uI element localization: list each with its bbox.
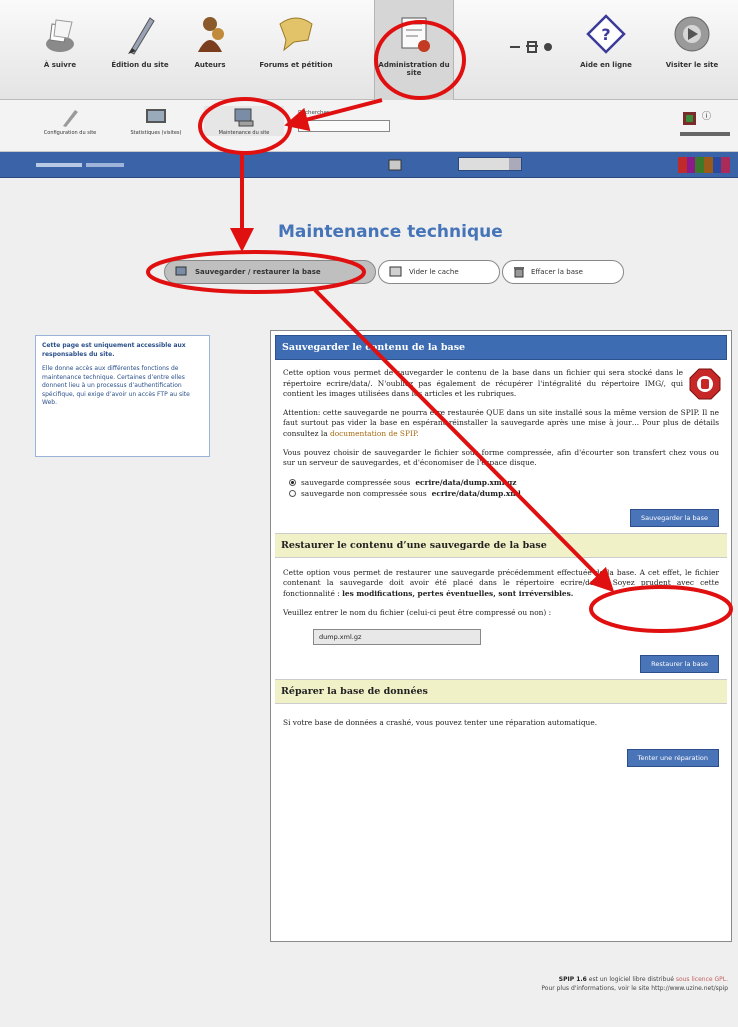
config-icon bbox=[63, 110, 78, 127]
toolbar-item-administration[interactable]: Administration du site bbox=[374, 0, 454, 100]
stop-hand-icon bbox=[689, 368, 721, 400]
cache-icon bbox=[389, 266, 402, 277]
color-palette[interactable] bbox=[678, 157, 731, 173]
help-icon: ? bbox=[586, 14, 626, 54]
chevron-down-icon bbox=[509, 158, 521, 170]
radio-button[interactable] bbox=[289, 489, 296, 497]
toolbar-label: Auteurs bbox=[194, 61, 226, 69]
restore-heading: Restaurer le contenu d’une sauvegarde de… bbox=[275, 532, 727, 558]
backup-warning: Attention: cette sauvegarde ne pourra êt… bbox=[283, 407, 719, 438]
interface-icon[interactable] bbox=[682, 110, 698, 128]
footer-line-1: SPIP 1.6 est un logiciel libre distribué… bbox=[558, 976, 728, 983]
backup-heading: Sauvegarder le contenu de la base bbox=[275, 335, 727, 360]
toolbar-label: Visiter le site bbox=[665, 61, 719, 69]
backup-button-row: Sauvegarder la base bbox=[275, 499, 727, 533]
spip-doc-link[interactable]: documentation de SPIP. bbox=[330, 429, 419, 438]
toolbar-item-auteurs[interactable]: Auteurs bbox=[170, 12, 250, 69]
subtool-label: Maintenance du site bbox=[218, 130, 270, 136]
note-body: Elle donne accès aux différentes fonctio… bbox=[42, 365, 190, 406]
tab-label: Vider le cache bbox=[409, 268, 459, 276]
toolbar-label: Aide en ligne bbox=[580, 61, 632, 69]
restore-filename-field[interactable]: dump.xml.gz bbox=[313, 629, 481, 646]
toolbar-label: À suivre bbox=[43, 61, 77, 69]
restore-description: Cette option vous permet de restaurer un… bbox=[283, 567, 719, 598]
authors-icon bbox=[198, 17, 224, 52]
radio-button[interactable] bbox=[289, 478, 296, 486]
repair-heading: Réparer la base de données bbox=[275, 679, 727, 705]
backup-button[interactable]: Sauvegarder la base bbox=[630, 508, 719, 527]
tab-sauvegarder[interactable]: Sauvegarder / restaurer la base bbox=[164, 260, 376, 284]
breadcrumb-text-1 bbox=[36, 163, 82, 167]
toolbar-item-forums[interactable]: Forums et pétition bbox=[256, 12, 336, 69]
navigation-bar bbox=[0, 152, 738, 178]
language-select[interactable] bbox=[458, 157, 522, 171]
tab-label: Sauvegarder / restaurer la base bbox=[195, 268, 321, 276]
backup-description: Cette option vous permet de sauvegarder … bbox=[283, 368, 683, 399]
database-icon bbox=[175, 266, 187, 276]
svg-text:?: ? bbox=[601, 25, 610, 44]
trash-icon bbox=[514, 267, 524, 278]
toolbar-label: Administration du site bbox=[378, 61, 450, 77]
pen-icon bbox=[128, 17, 155, 55]
note-heading: Cette page est uniquement accessible aux… bbox=[42, 342, 186, 358]
backup-compression-info: Vous pouvez choisir de sauvegarder le fi… bbox=[283, 447, 719, 468]
maintenance-icon bbox=[234, 108, 254, 127]
subtool-statistiques[interactable]: Statistiques (visites) bbox=[116, 106, 196, 136]
language-icon[interactable] bbox=[508, 40, 558, 54]
repair-description: Si votre base de données a crashé, vous … bbox=[283, 718, 598, 728]
restore-field-row: dump.xml.gz bbox=[275, 622, 727, 646]
footer-line-2: Pour plus d'informations, voir le site h… bbox=[541, 985, 728, 992]
subtool-label: Configuration du site bbox=[43, 130, 97, 136]
main-toolbar: À suivre Édition du site Auteurs Forums … bbox=[0, 0, 738, 100]
search-label: Rechercher : bbox=[298, 110, 333, 116]
licence-link[interactable]: sous licence GPL. bbox=[676, 976, 728, 983]
restore-prompt: Veuillez entrer le nom du fichier (celui… bbox=[283, 607, 552, 617]
toolbar-item-edition[interactable]: Édition du site bbox=[100, 12, 180, 69]
breadcrumb-text-2 bbox=[86, 163, 124, 167]
radio-uncompressed[interactable]: sauvegarde non compressée sous ecrire/da… bbox=[275, 488, 727, 499]
tab-effacer-base[interactable]: Effacer la base bbox=[502, 260, 624, 284]
toolbar-item-aide[interactable]: ? Aide en ligne bbox=[566, 12, 646, 69]
maintenance-panel: Sauvegarder le contenu de la base Cette … bbox=[270, 330, 732, 942]
visit-icon bbox=[674, 16, 710, 52]
subtool-label: Statistiques (visites) bbox=[130, 130, 182, 136]
subtool-configuration[interactable]: Configuration du site bbox=[30, 106, 110, 136]
subtool-maintenance[interactable]: Maintenance du site bbox=[204, 106, 284, 136]
maintenance-tabs: Sauvegarder / restaurer la base Vider le… bbox=[152, 256, 630, 288]
admin-icon bbox=[401, 17, 430, 52]
calendar-icon[interactable] bbox=[388, 158, 402, 172]
stats-icon bbox=[146, 109, 166, 123]
info-note: Cette page est uniquement accessible aux… bbox=[35, 335, 210, 457]
toolbar-item-a-suivre[interactable]: À suivre bbox=[20, 12, 100, 69]
toolbar-label: Forums et pétition bbox=[259, 61, 333, 69]
toolbar-label: Édition du site bbox=[111, 61, 169, 69]
repair-button-row: Tenter une réparation bbox=[275, 733, 727, 773]
interface-label-bar bbox=[680, 132, 730, 136]
repair-button[interactable]: Tenter une réparation bbox=[626, 748, 719, 767]
info-icon[interactable]: ⓘ bbox=[702, 109, 711, 122]
tab-label: Effacer la base bbox=[531, 268, 583, 276]
footer: SPIP 1.6 est un logiciel libre distribué… bbox=[541, 975, 728, 993]
radio-compressed[interactable]: sauvegarde compressée sous ecrire/data/d… bbox=[275, 477, 727, 488]
toolbar-item-visiter[interactable]: Visiter le site bbox=[652, 12, 732, 69]
admin-subtoolbar: Configuration du site Statistiques (visi… bbox=[0, 100, 738, 152]
restore-button-row: Restaurer la base bbox=[275, 645, 727, 679]
forums-icon bbox=[279, 17, 313, 52]
tab-vider-cache[interactable]: Vider le cache bbox=[378, 260, 500, 284]
page-title: Maintenance technique bbox=[278, 222, 503, 242]
tray-icon bbox=[46, 19, 74, 52]
restore-button[interactable]: Restaurer la base bbox=[640, 655, 719, 674]
search-input[interactable] bbox=[298, 120, 390, 132]
